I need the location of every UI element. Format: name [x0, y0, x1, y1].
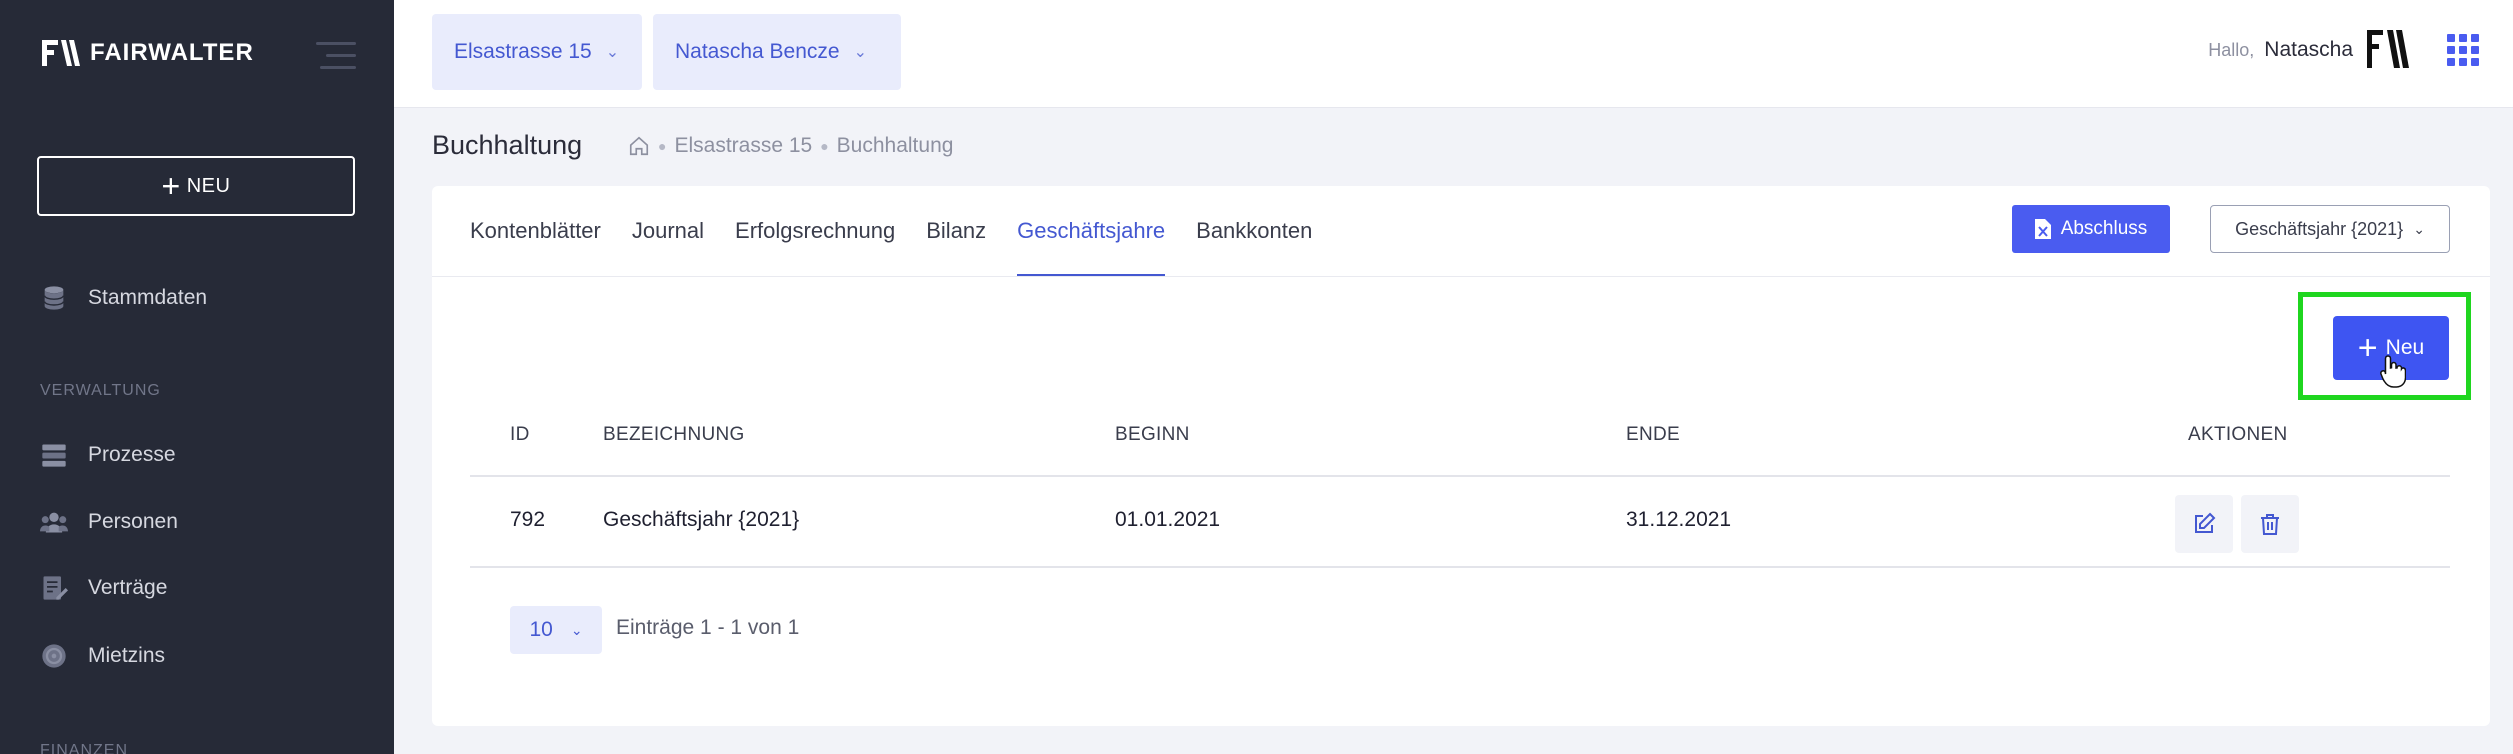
user-greeting: Hallo, Natascha — [2208, 38, 2353, 62]
excel-file-icon — [2034, 219, 2051, 239]
contract-icon — [43, 576, 68, 600]
section-verwaltung: VERWALTUNG — [40, 382, 161, 399]
delete-button[interactable] — [2241, 495, 2299, 553]
brand-name: FAIRWALTER — [90, 39, 254, 66]
property-select-value: Elsastrasse 15 — [454, 40, 592, 63]
breadcrumb-item: Buchhaltung — [836, 134, 954, 157]
chevron-down-icon: ⌄ — [605, 44, 620, 61]
column-header-id: ID — [510, 424, 530, 445]
page-title: Buchhaltung — [432, 130, 583, 160]
edit-icon — [2195, 512, 2216, 533]
fiscal-year-value: Geschäftsjahr {2021} — [2235, 218, 2404, 239]
sidebar-item-label: Mietzins — [88, 644, 166, 667]
tab-erfolgsrechnung[interactable]: Erfolgsrechnung — [735, 186, 895, 276]
topbar: Elsastrasse 15 ⌄ Natascha Bencze ⌄ Hallo… — [394, 0, 2513, 108]
sidebar-new-button[interactable]: + NEU — [37, 156, 355, 216]
tab-geschaeftsjahre[interactable]: Geschäftsjahre — [1017, 186, 1165, 276]
tab-bilanz[interactable]: Bilanz — [926, 186, 986, 276]
sidebar-item-personen[interactable]: Personen — [40, 508, 178, 536]
sidebar-item-prozesse[interactable]: Prozesse — [40, 441, 176, 469]
process-icon — [42, 444, 66, 467]
chevron-down-icon: ⌄ — [853, 44, 868, 61]
user-name: Natascha — [2264, 38, 2353, 61]
content-card: Kontenblätter Journal Erfolgsrechnung Bi… — [432, 186, 2490, 726]
plus-icon: + — [161, 168, 181, 204]
logo-mark-icon — [42, 38, 82, 68]
tab-bar: Kontenblätter Journal Erfolgsrechnung Bi… — [470, 186, 1312, 276]
sidebar-item-label: Verträge — [88, 576, 168, 599]
breadcrumb-separator: ● — [820, 138, 829, 154]
section-finanzen: FINANZEN — [40, 742, 128, 754]
cell-ende: 31.12.2021 — [1626, 508, 1732, 531]
per-page-value: 10 — [529, 618, 553, 641]
avatar[interactable] — [2365, 26, 2411, 72]
column-header-aktionen: AKTIONEN — [2188, 424, 2288, 445]
user-select-value: Natascha Bencze — [675, 40, 840, 63]
brand-logo[interactable]: FAIRWALTER — [42, 38, 254, 68]
sidebar-new-label: NEU — [186, 174, 231, 197]
user-select[interactable]: Natascha Bencze ⌄ — [653, 14, 901, 90]
column-header-bezeichnung: BEZEICHNUNG — [603, 424, 745, 445]
cell-bezeichnung: Geschäftsjahr {2021} — [603, 508, 800, 531]
database-icon — [43, 286, 65, 310]
apps-grid-icon[interactable] — [2447, 34, 2479, 66]
trash-icon — [2261, 514, 2279, 535]
abschluss-button[interactable]: Abschluss — [2012, 205, 2170, 253]
per-page-select[interactable]: 10 ⌄ — [510, 606, 602, 654]
tab-kontenblaetter[interactable]: Kontenblätter — [470, 186, 601, 276]
plus-icon: + — [2357, 329, 2378, 367]
breadcrumb-separator: ● — [658, 138, 667, 154]
people-icon — [40, 512, 68, 533]
cell-id: 792 — [510, 508, 546, 531]
table-row-divider — [470, 566, 2450, 568]
rent-icon — [42, 644, 66, 668]
tab-journal[interactable]: Journal — [632, 186, 704, 276]
breadcrumb-item[interactable]: Elsastrasse 15 — [674, 134, 812, 158]
sidebar-item-vertraege[interactable]: Verträge — [40, 574, 167, 602]
menu-toggle-icon[interactable] — [316, 42, 356, 72]
abschluss-label: Abschluss — [2060, 218, 2148, 239]
sidebar-item-mietzins[interactable]: Mietzins — [40, 642, 165, 670]
hand-cursor-icon — [2380, 355, 2406, 388]
sidebar-item-label: Personen — [88, 510, 178, 533]
home-icon[interactable] — [628, 135, 650, 157]
cell-beginn: 01.01.2021 — [1115, 508, 1221, 531]
table-header-divider — [470, 475, 2450, 477]
edit-button[interactable] — [2175, 495, 2233, 553]
fiscal-year-select[interactable]: Geschäftsjahr {2021} ⌄ — [2210, 205, 2450, 253]
sidebar-item-label: Prozesse — [88, 443, 176, 466]
chevron-down-icon: ⌄ — [2413, 220, 2425, 237]
property-select[interactable]: Elsastrasse 15 ⌄ — [432, 14, 642, 90]
sidebar-item-stammdaten[interactable]: Stammdaten — [40, 284, 207, 312]
breadcrumb: ● Elsastrasse 15 ● Buchhaltung — [628, 134, 953, 158]
tabs-divider — [432, 276, 2490, 277]
entries-info: Einträge 1 - 1 von 1 — [616, 616, 800, 639]
sidebar: FAIRWALTER + NEU Stammdaten VERWALTUNG P… — [0, 0, 394, 754]
column-header-ende: ENDE — [1626, 424, 1680, 445]
tab-bankkonten[interactable]: Bankkonten — [1196, 186, 1312, 276]
chevron-down-icon: ⌄ — [570, 621, 583, 638]
column-header-beginn: BEGINN — [1115, 424, 1190, 445]
sidebar-item-label: Stammdaten — [88, 286, 208, 309]
greeting-text: Hallo, — [2208, 40, 2255, 60]
